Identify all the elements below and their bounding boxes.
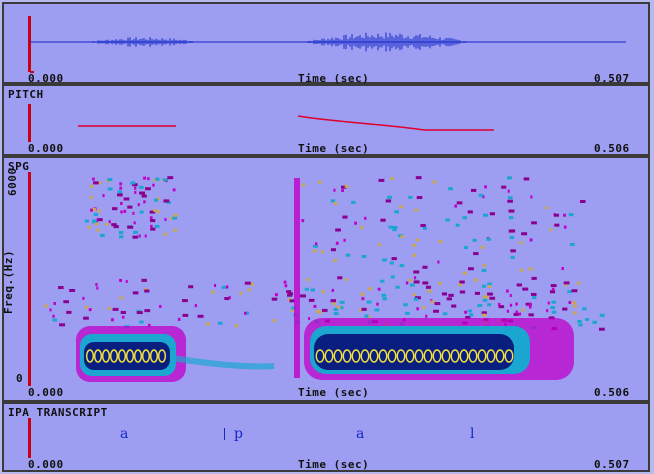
transcript-x-label: Time (sec): [298, 458, 370, 471]
pitch-x-label: Time (sec): [298, 142, 370, 155]
formant-a1-tail: [171, 355, 275, 370]
waveform-burst-1: [85, 37, 203, 47]
spectrogram-noise: [44, 176, 605, 331]
transcript-title: IPA TRANSCRIPT: [8, 406, 108, 419]
transcript-x-start: 0.000: [28, 458, 64, 471]
segment-p[interactable]: p: [234, 426, 243, 442]
stop-burst: [294, 178, 300, 378]
segment-a2[interactable]: a: [356, 426, 364, 442]
transcript-panel[interactable]: IPA TRANSCRIPT a p a l 0.000 Time (sec) …: [2, 402, 650, 472]
segment-l[interactable]: l: [470, 426, 474, 442]
segment-boundary: [224, 428, 225, 440]
spg-x-start: 0.000: [28, 386, 64, 399]
spectrogram-plot: [44, 176, 605, 382]
spg-x-label: Time (sec): [298, 386, 370, 399]
pitch-x-end: 0.506: [594, 142, 630, 155]
transcript-axis: [28, 418, 31, 458]
pitch-panel[interactable]: PITCH 0.000 Time (sec) 0.506: [2, 84, 650, 156]
spg-x-end: 0.506: [594, 386, 630, 399]
waveform-panel[interactable]: 0.000 Time (sec) 0.507: [2, 2, 650, 85]
waveform-plot: [30, 32, 626, 73]
spectrogram-panel[interactable]: SPG 6000 Freq.(Hz) 0 0.000 Time (sec) 0.…: [2, 156, 650, 402]
transcript-x-end: 0.507: [594, 458, 630, 471]
pitch-x-start: 0.000: [28, 142, 64, 155]
segment-a1[interactable]: a: [120, 426, 128, 442]
pitch-contour-2: [297, 115, 494, 131]
